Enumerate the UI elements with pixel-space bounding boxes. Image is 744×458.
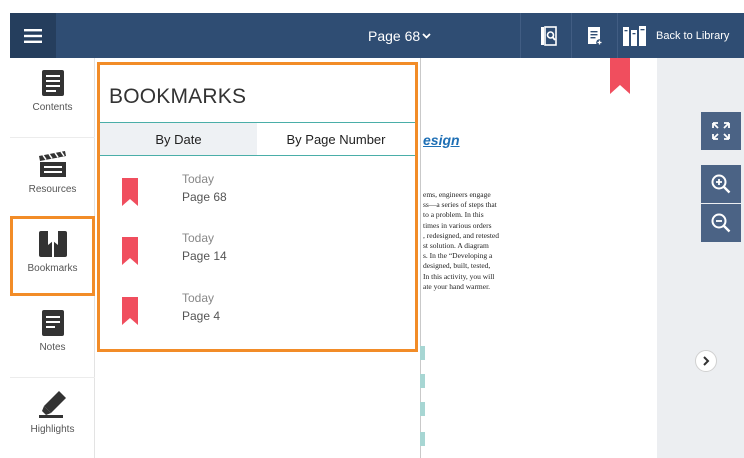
toolbar-divider [571, 13, 572, 59]
bookmark-ribbon-icon [122, 297, 138, 325]
page-selector[interactable]: Page 68 [368, 13, 431, 59]
text-line: times in various orders [423, 220, 492, 230]
library-icon [623, 26, 646, 46]
sidebar-item-label: Resources [28, 184, 77, 195]
bookmark-item[interactable]: Today Page 14 [122, 231, 402, 275]
chevron-right-icon [703, 356, 710, 366]
document-text: ems, engineers engage ss—a series of ste… [423, 190, 523, 292]
resources-icon [38, 151, 66, 177]
bookmark-item[interactable]: Today Page 68 [122, 172, 402, 216]
sidebar-item-label: Notes [39, 342, 66, 353]
add-note-icon [588, 27, 603, 46]
bookmark-date: Today [182, 231, 215, 245]
tab-by-page-number[interactable]: By Page Number [257, 123, 415, 155]
teal-margin-mark [420, 402, 425, 416]
bookmark-ribbon-icon [122, 237, 138, 265]
sidebar: Contents Resources Bookmarks Notes Highl… [10, 58, 95, 458]
right-tool-panel [657, 58, 744, 458]
tab-by-date[interactable]: By Date [100, 123, 257, 155]
text-line: ss—a series of steps that [423, 200, 497, 210]
bookmarks-panel: BOOKMARKS By Date By Page Number Today P… [97, 62, 418, 352]
page-bookmark-ribbon-icon[interactable] [610, 58, 630, 94]
document-heading: esign [423, 132, 460, 148]
bookmark-page: Page 14 [182, 249, 227, 263]
teal-margin-mark [420, 374, 425, 388]
zoom-out-button[interactable] [701, 204, 741, 242]
bookmarks-icon [38, 231, 67, 257]
text-line: s. In the “Developing a [423, 251, 493, 261]
text-line: ate your hand warmer. [423, 281, 491, 291]
bookmark-date: Today [182, 291, 215, 305]
sidebar-item-contents[interactable]: Contents [10, 58, 95, 138]
back-to-library-label: Back to Library [656, 30, 730, 42]
text-line: In this activity, you will [423, 271, 495, 281]
text-line: , redesigned, and retested [423, 230, 500, 240]
chevron-down-icon [422, 33, 431, 39]
search-book-icon [541, 26, 557, 46]
menu-button[interactable] [10, 13, 56, 59]
page-edge [420, 58, 421, 458]
toolbar-divider [617, 13, 618, 59]
sidebar-item-label: Bookmarks [27, 263, 78, 274]
add-note-button[interactable] [576, 13, 614, 59]
page-label: Page 68 [368, 28, 421, 44]
bookmark-date: Today [182, 172, 215, 186]
zoom-in-button[interactable] [701, 165, 741, 203]
notes-icon [41, 310, 64, 336]
bookmark-item[interactable]: Today Page 4 [122, 291, 402, 335]
bookmark-page: Page 68 [182, 190, 227, 204]
contents-icon [41, 70, 64, 96]
sidebar-item-highlights[interactable]: Highlights [10, 378, 95, 458]
fullscreen-button[interactable] [701, 112, 741, 150]
back-to-library-button[interactable]: Back to Library [622, 13, 729, 59]
highlights-icon [38, 391, 66, 418]
text-line: designed, built, tested, [423, 261, 491, 271]
toolbar-divider [520, 13, 521, 59]
sidebar-item-label: Contents [32, 102, 73, 113]
zoom-in-icon [711, 174, 731, 194]
next-page-button[interactable] [695, 350, 717, 372]
teal-margin-mark [420, 432, 425, 446]
sidebar-item-resources[interactable]: Resources [10, 138, 95, 218]
top-bar: Page 68 Back to Library [0, 0, 744, 59]
bookmarks-sort-tabs: By Date By Page Number [100, 122, 415, 156]
sidebar-item-notes[interactable]: Notes [10, 298, 95, 378]
hamburger-icon [24, 29, 42, 43]
teal-margin-mark [420, 346, 425, 360]
text-line: ems, engineers engage [423, 190, 491, 199]
sidebar-item-label: Highlights [30, 424, 75, 435]
expand-icon [712, 122, 730, 140]
zoom-out-icon [711, 213, 731, 233]
sidebar-item-bookmarks[interactable]: Bookmarks [10, 216, 95, 296]
bookmark-ribbon-icon [122, 178, 138, 206]
search-book-button[interactable] [530, 13, 568, 59]
text-line: st solution. A diagram [423, 241, 489, 251]
bookmark-page: Page 4 [182, 309, 221, 323]
text-line: to a problem. In this [423, 210, 484, 220]
bookmarks-title: BOOKMARKS [109, 85, 247, 108]
